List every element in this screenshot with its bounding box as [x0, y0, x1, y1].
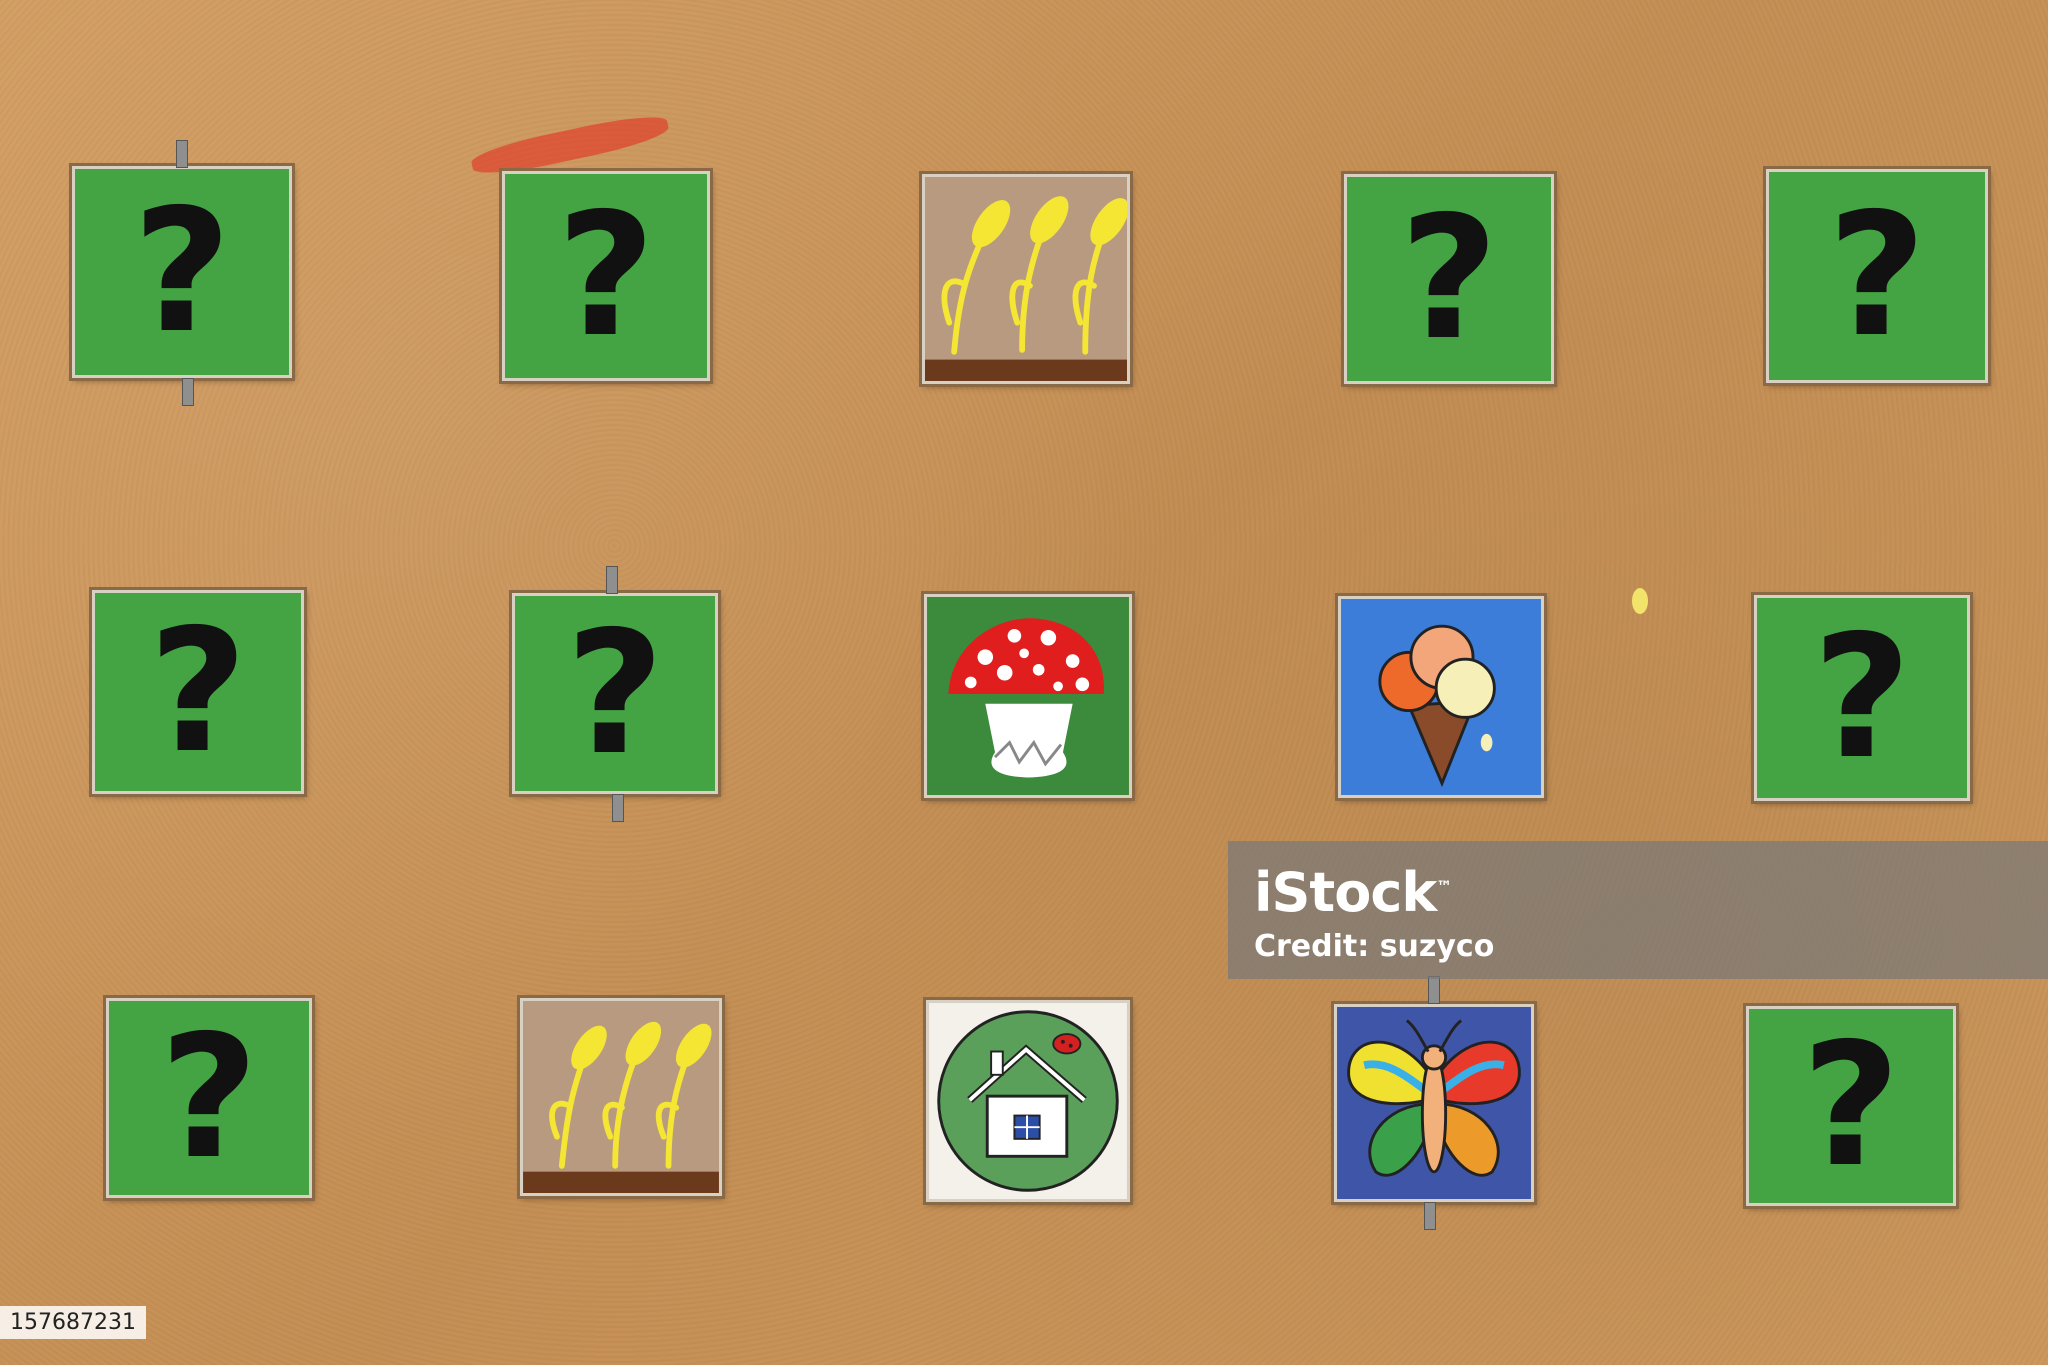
question-mark-icon: ?	[1812, 599, 1912, 797]
memory-card-wheat[interactable]	[922, 174, 1130, 384]
question-mark-icon: ?	[159, 999, 259, 1197]
memory-card-butterfly[interactable]	[1334, 1004, 1534, 1202]
memory-card-hidden[interactable]: ?	[72, 166, 292, 378]
yellow-paint-spot	[1632, 588, 1648, 614]
card-hinge	[176, 140, 188, 168]
photo-credit: Credit: suzyco	[1254, 929, 1495, 964]
house-icon	[929, 1003, 1127, 1199]
mushroom-icon	[927, 597, 1129, 795]
memory-card-ice-cream[interactable]	[1338, 596, 1544, 798]
stock-watermark: iStock™ Credit: suzyco	[1228, 841, 2048, 979]
memory-card-hidden[interactable]: ?	[512, 593, 718, 794]
memory-card-hidden[interactable]: ?	[502, 171, 710, 381]
memory-card-hidden[interactable]: ?	[92, 590, 304, 794]
memory-card-house[interactable]	[926, 1000, 1130, 1202]
butterfly-icon	[1337, 1007, 1531, 1199]
memory-card-hidden[interactable]: ?	[1754, 595, 1970, 801]
memory-card-hidden[interactable]: ?	[1746, 1006, 1956, 1206]
memory-card-wheat[interactable]	[520, 998, 722, 1196]
card-hinge	[612, 794, 624, 822]
ice-cream-icon	[1341, 599, 1541, 795]
memory-card-hidden[interactable]: ?	[1344, 174, 1554, 384]
card-hinge	[1428, 976, 1440, 1004]
memory-game-board: ? ? ? ? ? ? ? ? ? iStock™ Credit: suzyco…	[0, 0, 2048, 1365]
question-mark-icon: ?	[132, 173, 232, 371]
istock-logo: iStock™	[1254, 861, 1452, 924]
red-paint-smudge	[469, 109, 671, 181]
card-hinge	[606, 566, 618, 594]
wheat-icon	[925, 177, 1127, 381]
memory-card-mushroom[interactable]	[924, 594, 1132, 798]
image-id-label: 157687231	[0, 1306, 146, 1339]
card-hinge	[1424, 1202, 1436, 1230]
question-mark-icon: ?	[148, 593, 248, 791]
memory-card-hidden[interactable]: ?	[1766, 169, 1988, 383]
memory-card-hidden[interactable]: ?	[106, 998, 312, 1198]
question-mark-icon: ?	[1399, 180, 1499, 378]
question-mark-icon: ?	[1801, 1007, 1901, 1205]
wheat-icon	[523, 1001, 719, 1193]
question-mark-icon: ?	[1827, 177, 1927, 375]
question-mark-icon: ?	[556, 177, 656, 375]
question-mark-icon: ?	[565, 594, 665, 793]
card-hinge	[182, 378, 194, 406]
